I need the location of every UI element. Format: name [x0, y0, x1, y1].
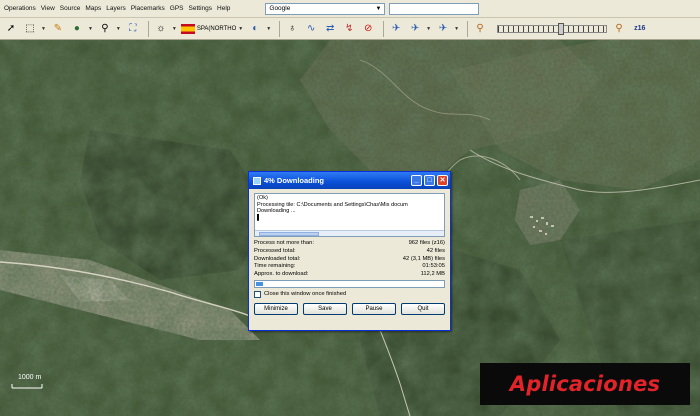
zoom-slider[interactable] — [497, 22, 608, 35]
ruler-icon[interactable]: ✎ — [50, 21, 66, 37]
progress-fill — [256, 281, 264, 286]
fit-icon[interactable]: ⛶ — [125, 21, 141, 37]
minimize-window-button[interactable]: _ — [411, 175, 422, 186]
pointer-icon[interactable]: ➚ — [3, 21, 19, 37]
search-source-combo[interactable]: Google ▼ — [265, 2, 386, 15]
menu-view[interactable]: View — [41, 5, 55, 12]
zoom-in-icon[interactable]: ⚲ — [611, 21, 627, 37]
log-line: Downloading ... — [257, 208, 296, 215]
gps-track-icon[interactable]: ✈ — [407, 21, 423, 37]
globe-icon[interactable]: ● — [69, 21, 85, 37]
toolbar-separator — [147, 20, 149, 37]
chevron-down-icon[interactable]: ▼ — [88, 26, 93, 32]
stat-value: 112,2 MB — [420, 271, 445, 278]
gps-center-icon[interactable]: ✈ — [435, 21, 451, 37]
route-icon[interactable]: ∿ — [303, 21, 319, 37]
earth-icon[interactable]: ◐ — [247, 21, 263, 37]
stat-row: Downloaded total: 42 (3,1 MB) files — [254, 256, 445, 264]
watermark-text: Aplicaciones — [509, 372, 661, 396]
download-stats: Process not more than: 962 files (z16) P… — [254, 240, 445, 279]
close-when-finished-label: Close this window once finished — [264, 291, 347, 298]
scrollbar-grip[interactable] — [259, 232, 319, 236]
stat-row: Process not more than: 962 files (z16) — [254, 240, 445, 248]
close-when-finished-checkbox[interactable] — [254, 290, 261, 298]
flag-icon — [180, 23, 195, 34]
stat-label: Downloaded total: — [254, 255, 301, 262]
stat-row: Approx. to download: 112,2 MB — [254, 271, 445, 279]
pause-button[interactable]: Pause — [352, 302, 396, 315]
stat-label: Processed total: — [254, 247, 296, 254]
layer-name[interactable]: SPA(NORTHO — [197, 26, 236, 32]
maximize-window-button[interactable]: □ — [424, 175, 435, 186]
toolbar-separator — [467, 20, 469, 37]
link-icon[interactable]: ⇄ — [322, 21, 338, 37]
menu-placemarks[interactable]: Placemarks — [131, 5, 165, 12]
track-icon[interactable]: ↯ — [341, 21, 357, 37]
zoom-level: z16 — [634, 25, 646, 32]
menu-settings[interactable]: Settings — [189, 5, 213, 12]
select-area-icon[interactable]: ⬚ — [22, 21, 38, 37]
toolbar: ➚ ⬚ ▼ ✎ ● ▼ ⚲ ▼ ⛶ ☼ ▼ SPA(NORTHO ▼ ◐ ▼ ♁… — [0, 18, 700, 40]
menu-bar: Operations View Source Maps Layers Place… — [0, 0, 700, 18]
stat-label: Time remaining: — [254, 263, 296, 270]
stat-value: 42 files — [426, 247, 445, 254]
stop-icon[interactable]: ⊘ — [360, 21, 376, 37]
download-dialog: 4% Downloading _ □ ✕ (Ok) Processing til… — [248, 171, 451, 331]
chevron-down-icon[interactable]: ▼ — [266, 26, 271, 32]
close-when-finished-option[interactable]: Close this window once finished — [254, 290, 445, 298]
stat-value: 01:53:05 — [422, 263, 445, 270]
satellite-icon[interactable]: ☼ — [153, 21, 169, 37]
minimize-button[interactable]: Minimize — [254, 302, 298, 315]
chevron-down-icon[interactable]: ▼ — [238, 26, 243, 32]
menu-gps[interactable]: GPS — [170, 5, 184, 12]
log-cursor: ▌ — [257, 214, 261, 221]
log-line: Processing tile: C:\Documents and Settin… — [257, 201, 408, 208]
chevron-down-icon[interactable]: ▼ — [41, 26, 46, 32]
dialog-buttons: Minimize Save Pause Quit — [254, 302, 445, 315]
download-log[interactable]: (Ok) Processing tile: C:\Documents and S… — [254, 193, 445, 237]
zoom-slider-thumb[interactable] — [558, 22, 565, 35]
stat-label: Approx. to download: — [254, 271, 309, 278]
chevron-down-icon: ▼ — [375, 5, 382, 12]
magnifier-icon[interactable]: ⚲ — [97, 21, 113, 37]
watermark-banner: Aplicaciones — [480, 363, 690, 405]
download-progress-bar — [254, 279, 445, 288]
chevron-down-icon[interactable]: ▼ — [454, 26, 459, 32]
menu-maps[interactable]: Maps — [85, 5, 101, 12]
placemark-icon[interactable]: ♁ — [284, 21, 300, 37]
close-window-button[interactable]: ✕ — [437, 175, 448, 186]
chevron-down-icon[interactable]: ▼ — [426, 26, 431, 32]
chevron-down-icon[interactable]: ▼ — [172, 26, 177, 32]
stat-row: Time remaining: 01:53:05 — [254, 263, 445, 271]
dialog-titlebar[interactable]: 4% Downloading _ □ ✕ — [249, 172, 450, 189]
zoom-out-icon[interactable]: ⚲ — [472, 21, 488, 37]
log-horizontal-scrollbar[interactable] — [255, 230, 444, 236]
search-source-value: Google — [269, 5, 291, 12]
map-scale-label: 1000 m — [18, 374, 42, 381]
menu-operations[interactable]: Operations — [4, 5, 36, 12]
save-button[interactable]: Save — [303, 302, 347, 315]
stat-row: Processed total: 42 files — [254, 248, 445, 256]
window-icon — [253, 176, 261, 185]
gps-icon[interactable]: ✈ — [388, 21, 404, 37]
chevron-down-icon[interactable]: ▼ — [116, 26, 121, 32]
toolbar-separator — [383, 20, 385, 37]
stat-value: 42 (3,1 MB) files — [402, 255, 445, 262]
menu-help[interactable]: Help — [217, 5, 230, 12]
log-line: (Ok) — [257, 195, 268, 201]
dialog-title: 4% Downloading — [264, 176, 324, 185]
toolbar-separator — [279, 20, 281, 37]
stat-label: Process not more than: — [254, 240, 314, 246]
quit-button[interactable]: Quit — [401, 302, 445, 315]
menu-source[interactable]: Source — [60, 5, 81, 12]
menu-layers[interactable]: Layers — [106, 5, 126, 12]
stat-value: 962 files (z16) — [408, 240, 445, 246]
search-input[interactable] — [389, 2, 480, 15]
